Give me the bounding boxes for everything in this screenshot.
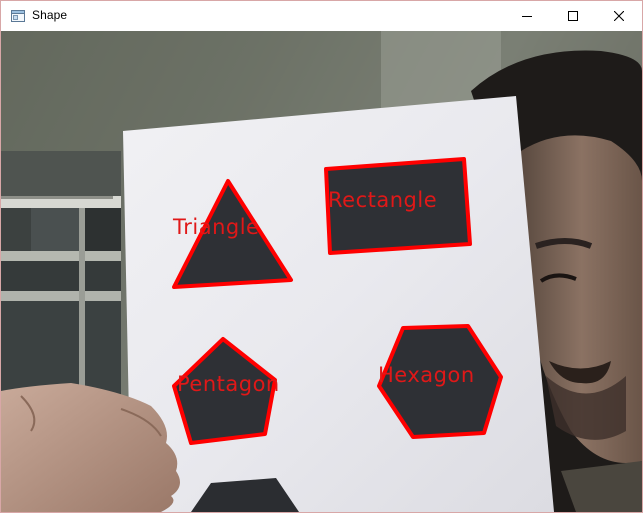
- label-hexagon: Hexagon: [378, 363, 475, 387]
- maximize-button[interactable]: [550, 1, 596, 31]
- close-button[interactable]: [596, 1, 642, 31]
- window-grill: [1, 151, 121, 408]
- paper-sheet: [123, 96, 554, 512]
- window-title: Shape: [32, 8, 68, 22]
- app-window-icon: [11, 9, 25, 22]
- app-window: Shape Triangle Rectangle Pentagon Hexago…: [0, 0, 643, 513]
- camera-frame-image: Triangle Rectangle Pentagon Hexagon: [1, 31, 642, 512]
- minimize-button[interactable]: [504, 1, 550, 31]
- label-pentagon: Pentagon: [177, 372, 280, 396]
- close-icon: [614, 11, 624, 21]
- camera-feed: Triangle Rectangle Pentagon Hexagon: [1, 31, 642, 512]
- minimize-icon: [522, 11, 532, 21]
- title-bar[interactable]: Shape: [1, 1, 642, 31]
- maximize-icon: [568, 11, 578, 21]
- label-rectangle: Rectangle: [328, 188, 437, 212]
- label-triangle: Triangle: [172, 215, 259, 239]
